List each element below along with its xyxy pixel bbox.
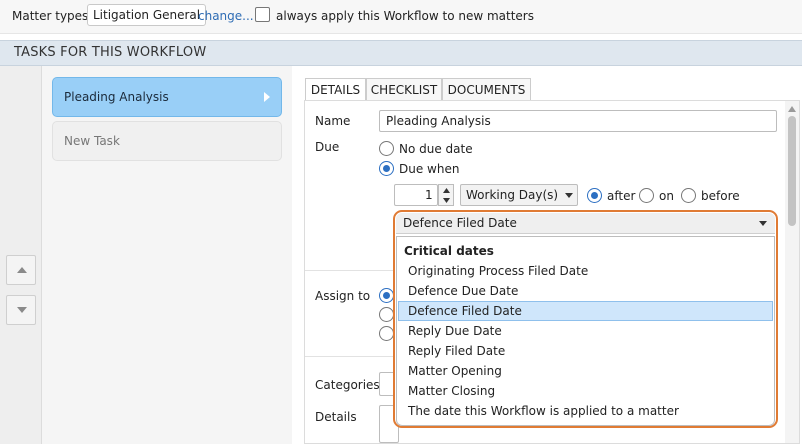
option-label: Matter Opening bbox=[408, 364, 502, 378]
name-label: Name bbox=[315, 114, 351, 128]
divider bbox=[305, 356, 395, 357]
task-item-pleading-analysis[interactable]: Pleading Analysis bbox=[52, 77, 282, 117]
option-label: Reply Filed Date bbox=[408, 344, 506, 358]
assign-to-label: Assign to bbox=[315, 289, 371, 303]
move-down-button[interactable] bbox=[6, 295, 36, 325]
option-originating-process-filed-date[interactable]: Originating Process Filed Date bbox=[398, 261, 773, 281]
always-apply-label: always apply this Workflow to new matter… bbox=[276, 9, 534, 23]
stepper-up-icon[interactable] bbox=[443, 188, 450, 193]
option-defence-due-date[interactable]: Defence Due Date bbox=[398, 281, 773, 301]
option-reply-filed-date[interactable]: Reply Filed Date bbox=[398, 341, 773, 361]
scrollbar-thumb[interactable] bbox=[788, 116, 796, 226]
tab-checklist[interactable]: CHECKLIST bbox=[366, 78, 442, 101]
tab-label: DETAILS bbox=[310, 83, 361, 97]
option-matter-opening[interactable]: Matter Opening bbox=[398, 361, 773, 381]
matter-types-label: Matter types: bbox=[12, 9, 93, 23]
stepper-down-icon[interactable] bbox=[443, 198, 450, 203]
stepper-buttons[interactable] bbox=[438, 184, 454, 206]
no-due-date-label: No due date bbox=[399, 142, 473, 156]
option-label: Defence Due Date bbox=[408, 284, 519, 298]
section-title: TASKS FOR THIS WORKFLOW bbox=[14, 45, 207, 60]
always-apply-checkbox[interactable] bbox=[255, 7, 270, 22]
option-defence-filed-date[interactable]: Defence Filed Date bbox=[398, 301, 773, 321]
option-group-header: Critical dates bbox=[398, 241, 773, 261]
due-date-selected: Defence Filed Date bbox=[403, 216, 517, 230]
task-item-new-task[interactable]: New Task bbox=[52, 121, 282, 161]
due-when-label: Due when bbox=[399, 162, 460, 176]
tab-label: CHECKLIST bbox=[370, 83, 438, 97]
due-when-radio[interactable] bbox=[379, 161, 394, 176]
after-radio[interactable] bbox=[587, 188, 602, 203]
move-up-button[interactable] bbox=[6, 255, 36, 285]
after-label: after bbox=[607, 189, 636, 203]
before-label: before bbox=[701, 189, 740, 203]
option-workflow-applied-date[interactable]: The date this Workflow is applied to a m… bbox=[398, 401, 773, 421]
due-unit-value: Working Day(s) bbox=[466, 188, 559, 202]
assign-radio-3[interactable] bbox=[379, 326, 394, 341]
due-amount-stepper[interactable]: 1 bbox=[394, 184, 438, 206]
assign-radio-1[interactable] bbox=[379, 288, 394, 303]
option-label: The date this Workflow is applied to a m… bbox=[408, 404, 679, 418]
option-label: Defence Filed Date bbox=[408, 304, 522, 318]
tab-label: DOCUMENTS bbox=[447, 83, 526, 97]
change-link[interactable]: change... bbox=[198, 9, 254, 23]
due-amount-value: 1 bbox=[425, 188, 433, 202]
tab-details[interactable]: DETAILS bbox=[305, 78, 366, 102]
due-date-select[interactable]: Defence Filed Date bbox=[396, 213, 775, 234]
categories-label: Categories bbox=[315, 378, 380, 392]
scroll-up-icon[interactable] bbox=[788, 106, 796, 112]
on-radio[interactable] bbox=[639, 188, 654, 203]
option-reply-due-date[interactable]: Reply Due Date bbox=[398, 321, 773, 341]
before-radio[interactable] bbox=[681, 188, 696, 203]
chevron-down-icon bbox=[759, 221, 767, 226]
task-label: Pleading Analysis bbox=[64, 90, 169, 104]
tasks-section-header: TASKS FOR THIS WORKFLOW bbox=[0, 40, 802, 66]
tab-documents[interactable]: DOCUMENTS bbox=[442, 78, 531, 101]
matter-type-chip[interactable]: Litigation General bbox=[87, 4, 207, 26]
divider bbox=[305, 270, 395, 271]
option-label: Matter Closing bbox=[408, 384, 496, 398]
arrow-down-icon bbox=[17, 307, 27, 313]
name-input-value: Pleading Analysis bbox=[386, 114, 491, 128]
assign-radio-2[interactable] bbox=[379, 307, 394, 322]
details-label: Details bbox=[315, 410, 357, 424]
name-input[interactable]: Pleading Analysis bbox=[379, 110, 777, 132]
due-label: Due bbox=[315, 140, 340, 154]
arrow-up-icon bbox=[17, 267, 27, 273]
chevron-down-icon bbox=[565, 193, 573, 198]
option-matter-closing[interactable]: Matter Closing bbox=[398, 381, 773, 401]
chevron-right-icon bbox=[264, 92, 270, 102]
no-due-date-radio[interactable] bbox=[379, 141, 394, 156]
on-label: on bbox=[659, 189, 674, 203]
group-label: Critical dates bbox=[404, 244, 494, 258]
option-label: Reply Due Date bbox=[408, 324, 502, 338]
option-label: Originating Process Filed Date bbox=[408, 264, 589, 278]
due-unit-select[interactable]: Working Day(s) bbox=[460, 184, 578, 206]
task-label: New Task bbox=[64, 134, 120, 148]
